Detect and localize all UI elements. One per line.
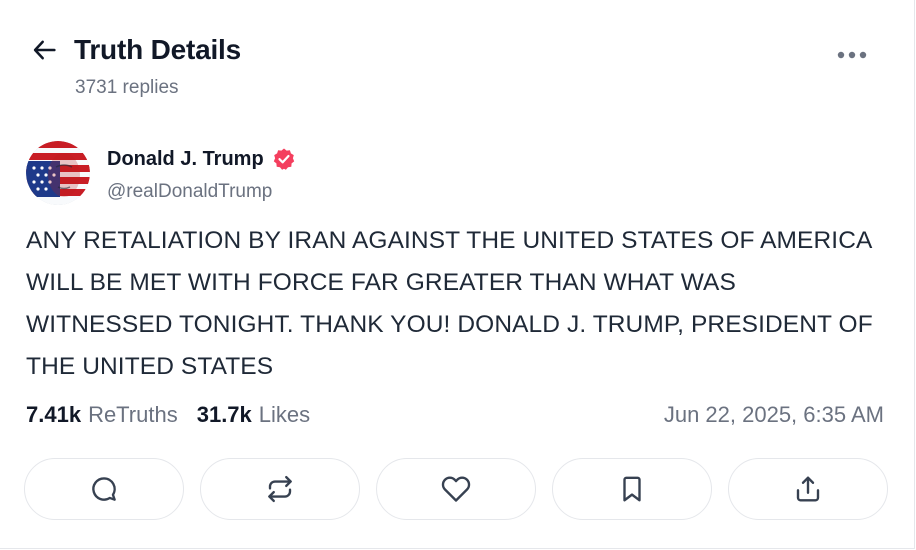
likes-label[interactable]: Likes <box>259 402 310 428</box>
retruth-icon <box>268 475 292 503</box>
retruths-count[interactable]: 7.41k <box>26 402 81 428</box>
action-bar <box>24 458 888 520</box>
author-name[interactable]: Donald J. Trump <box>107 148 264 171</box>
heart-icon <box>441 476 471 502</box>
reply-button[interactable] <box>24 458 184 520</box>
like-button[interactable] <box>376 458 536 520</box>
verified-badge-icon <box>272 147 296 171</box>
more-horizontal-icon <box>837 51 867 59</box>
likes-count[interactable]: 31.7k <box>197 402 252 428</box>
more-options-button[interactable] <box>832 42 872 68</box>
avatar[interactable] <box>26 141 90 205</box>
arrow-left-icon <box>33 40 56 60</box>
post-timestamp: Jun 22, 2025, 6:35 AM <box>663 402 884 427</box>
retruths-label[interactable]: ReTruths <box>88 402 178 428</box>
author-name-row: Donald J. Trump <box>107 147 296 171</box>
author-handle[interactable]: @realDonaldTrump <box>107 181 272 203</box>
bookmark-icon <box>623 476 641 502</box>
bookmark-button[interactable] <box>552 458 712 520</box>
truth-details-panel: Truth Details 3731 replies Donald J. Tru… <box>0 0 915 549</box>
header: Truth Details <box>30 34 241 66</box>
engagement-stats: 7.41k ReTruths 31.7k Likes <box>26 402 310 428</box>
reply-icon <box>92 477 116 501</box>
post-body: ANY RETALIATION BY IRAN AGAINST THE UNIT… <box>26 227 873 380</box>
back-button[interactable] <box>30 35 60 65</box>
retruth-button[interactable] <box>200 458 360 520</box>
reply-count: 3731 replies <box>75 77 179 98</box>
flag-portrait-avatar-image <box>26 141 90 205</box>
share-icon <box>796 476 820 502</box>
share-button[interactable] <box>728 458 888 520</box>
page-title: Truth Details <box>74 34 241 65</box>
